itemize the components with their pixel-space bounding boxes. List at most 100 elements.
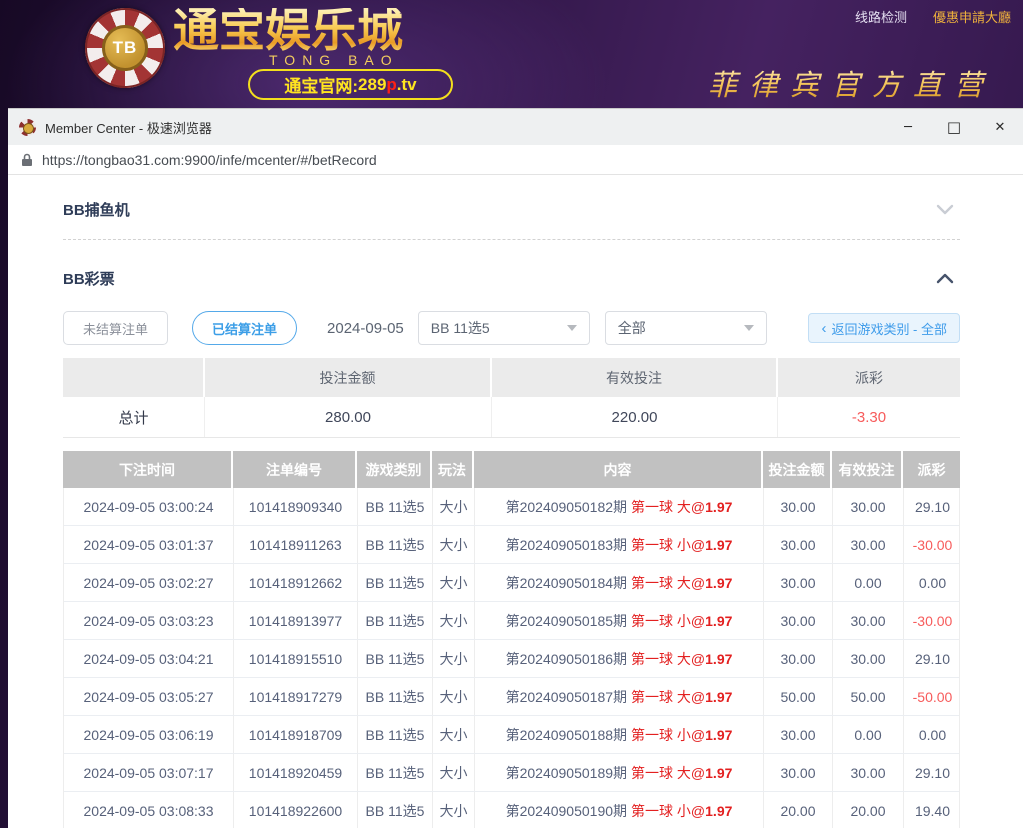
window-titlebar: Member Center - 极速浏览器 ─ □ ✕ [8,108,1023,145]
url-text[interactable]: https://tongbao31.com:9900/infe/mcenter/… [42,152,377,168]
row-game-type: BB 11选5 [358,488,433,525]
row-pick: 第一球 大@1.97 [631,573,732,593]
row-play-type: 大小 [433,488,475,525]
row-time: 2024-09-05 03:02:27 [64,564,234,601]
summary-header-bet: 投注金额 [205,358,492,397]
official-slogan: 菲律宾官方直营 [708,62,995,104]
col-id: 注单编号 [233,451,357,488]
site-p: p [386,75,396,95]
line-check-link[interactable]: 线路检测 [855,7,907,26]
row-time: 2024-09-05 03:00:24 [64,488,234,525]
row-payout: 0.00 [904,564,961,601]
row-pick: 第一球 大@1.97 [631,649,732,669]
row-bet-id: 101418912662 [234,564,358,601]
browser-window: Member Center - 极速浏览器 ─ □ ✕ https://tong… [8,108,1023,828]
row-game-type: BB 11选5 [358,602,433,639]
table-row: 2024-09-05 03:02:27 101418912662 BB 11选5… [64,564,959,602]
back-label: 返回游戏类别 - 全部 [831,319,947,338]
chevron-up-icon[interactable] [936,273,954,284]
row-game-type: BB 11选5 [358,716,433,753]
row-content: 第202409050183期第一球 小@1.97 [475,526,764,563]
summary-total-row: 总计 280.00 220.00 -3.30 [63,397,960,438]
row-pick: 第一球 小@1.97 [631,801,732,821]
section-lottery-header[interactable]: BB彩票 [63,262,960,294]
address-bar[interactable]: https://tongbao31.com:9900/infe/mcenter/… [8,145,1023,175]
summary-total-label: 总计 [63,397,205,437]
back-to-categories-button[interactable]: ‹返回游戏类别 - 全部 [808,313,960,343]
lock-icon [21,153,33,167]
settled-bets-button[interactable]: 已结算注单 [192,311,297,345]
summary-table: 投注金额 有效投注 派彩 总计 280.00 220.00 -3.30 [63,358,960,438]
row-period: 第202409050190期 [506,801,627,821]
unsettled-bets-button[interactable]: 未结算注单 [63,311,168,345]
game-select-value: BB 11选5 [431,318,559,338]
row-time: 2024-09-05 03:05:27 [64,678,234,715]
row-valid-bet: 30.00 [833,526,904,563]
row-valid-bet: 50.00 [833,678,904,715]
official-site-pill: 通宝官网: 289p.tv [248,69,453,100]
table-row: 2024-09-05 03:01:37 101418911263 BB 11选5… [64,526,959,564]
chip-tb-label: TB [102,25,148,71]
row-odds: 1.97 [705,689,732,705]
row-payout: 29.10 [904,640,961,677]
game-select[interactable]: BB 11选5 [418,311,590,345]
row-play-type: 大小 [433,678,475,715]
row-period: 第202409050186期 [506,649,627,669]
row-odds: 1.97 [705,499,732,515]
row-bet-id: 101418913977 [234,602,358,639]
window-controls: ─ □ ✕ [885,109,1023,145]
type-select[interactable]: 全部 [605,311,767,345]
logo-subtitle: TONG BAO [269,52,399,68]
row-period: 第202409050189期 [506,763,627,783]
row-play-type: 大小 [433,526,475,563]
row-valid-bet: 20.00 [833,792,904,828]
row-time: 2024-09-05 03:06:19 [64,716,234,753]
date-value[interactable]: 2024-09-05 [327,320,404,337]
logo-title: 通宝娱乐城 [173,8,413,54]
table-row: 2024-09-05 03:05:27 101418917279 BB 11选5… [64,678,959,716]
row-game-type: BB 11选5 [358,640,433,677]
browser-favicon-icon [19,119,36,136]
logo-text-block: 通宝娱乐城 TONG BAO 通宝官网: 289p.tv [173,8,413,88]
dropdown-arrow-icon [567,325,577,331]
row-period: 第202409050188期 [506,725,627,745]
summary-header-empty [63,358,205,397]
col-bet: 投注金额 [763,451,832,488]
filter-row: 未结算注单 已结算注单 2024-09-05 BB 11选5 全部 ‹返回游戏类… [63,311,960,345]
promo-apply-link[interactable]: 優惠申請大廳 [933,7,1011,26]
row-odds: 1.97 [705,575,732,591]
minimize-button[interactable]: ─ [885,109,931,145]
row-valid-bet: 30.00 [833,488,904,525]
row-time: 2024-09-05 03:03:23 [64,602,234,639]
close-button[interactable]: ✕ [977,109,1023,145]
table-row: 2024-09-05 03:06:19 101418918709 BB 11选5… [64,716,959,754]
row-pick: 第一球 大@1.97 [631,497,732,517]
section-fish-header[interactable]: BB捕鱼机 [63,193,960,225]
summary-bet-amount: 280.00 [205,397,492,437]
poker-chip-icon: TB [85,8,165,88]
row-play-type: 大小 [433,602,475,639]
row-pick: 第一球 大@1.97 [631,687,732,707]
row-valid-bet: 0.00 [833,564,904,601]
row-bet-id: 101418920459 [234,754,358,791]
row-bet-amount: 30.00 [764,640,833,677]
bet-records-table: 下注时间 注单编号 游戏类别 玩法 内容 投注金额 有效投注 派彩 2024-0… [63,451,960,828]
row-game-type: BB 11选5 [358,792,433,828]
row-odds: 1.97 [705,803,732,819]
row-time: 2024-09-05 03:08:33 [64,792,234,828]
chevron-down-icon[interactable] [936,204,954,215]
row-valid-bet: 30.00 [833,640,904,677]
row-game-type: BB 11选5 [358,678,433,715]
section-divider [63,239,960,240]
row-payout: 29.10 [904,488,961,525]
row-pick: 第一球 小@1.97 [631,535,732,555]
col-payout: 派彩 [903,451,960,488]
row-play-type: 大小 [433,716,475,753]
row-payout: -30.00 [904,602,961,639]
summary-header-payout: 派彩 [778,358,960,397]
row-time: 2024-09-05 03:07:17 [64,754,234,791]
maximize-button[interactable]: □ [931,109,977,145]
row-odds: 1.97 [705,613,732,629]
row-content: 第202409050187期第一球 大@1.97 [475,678,764,715]
row-bet-id: 101418909340 [234,488,358,525]
